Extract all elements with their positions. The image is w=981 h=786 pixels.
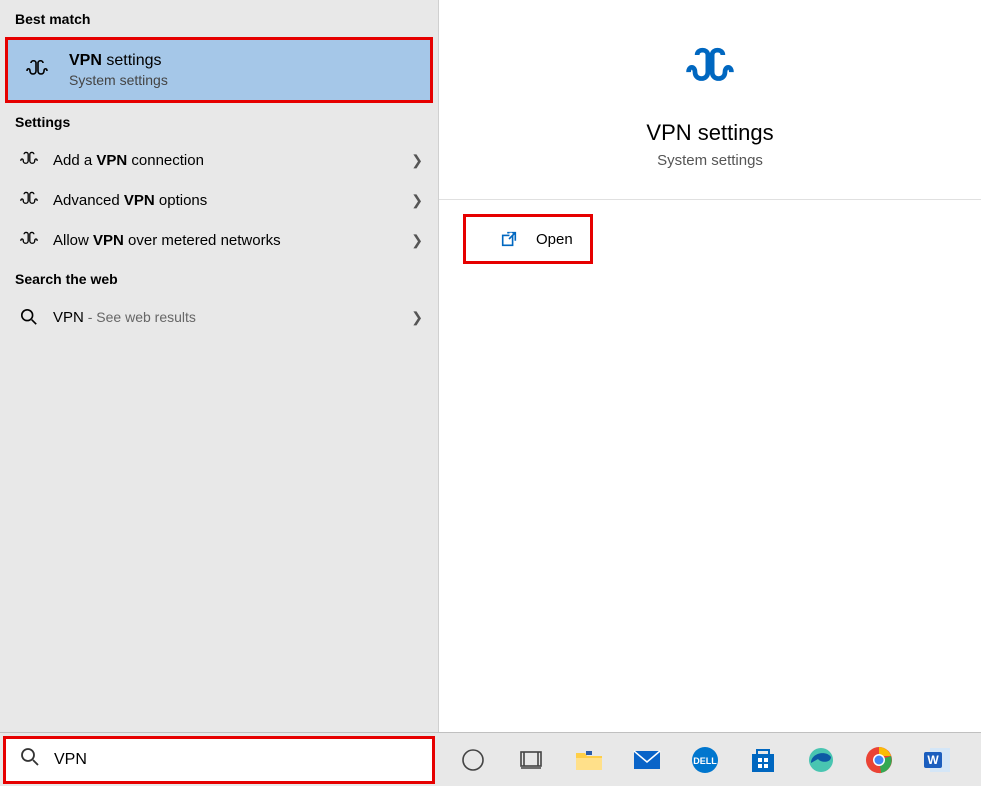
cortana-icon[interactable] bbox=[453, 740, 493, 780]
settings-header: Settings bbox=[0, 103, 438, 140]
word-icon[interactable]: W bbox=[917, 740, 957, 780]
settings-item-add-vpn-connection[interactable]: Add a VPN connection ❯ bbox=[0, 140, 438, 180]
svg-text:W: W bbox=[927, 753, 939, 767]
taskbar-search-box[interactable] bbox=[3, 736, 435, 784]
settings-item-label: Advanced VPN options bbox=[53, 192, 411, 209]
store-icon[interactable] bbox=[743, 740, 783, 780]
edge-icon[interactable] bbox=[801, 740, 841, 780]
settings-item-label: Add a VPN connection bbox=[53, 152, 411, 169]
settings-item-allow-vpn-metered[interactable]: Allow VPN over metered networks ❯ bbox=[0, 220, 438, 260]
search-input[interactable] bbox=[54, 751, 418, 769]
search-icon bbox=[20, 747, 40, 772]
preview-subtitle: System settings bbox=[459, 152, 961, 169]
taskbar-pinned-icons: DELL W bbox=[453, 740, 957, 780]
taskbar: DELL W bbox=[0, 732, 981, 786]
chevron-right-icon: ❯ bbox=[411, 232, 423, 249]
svg-text:DELL: DELL bbox=[693, 756, 717, 766]
settings-item-label: Allow VPN over metered networks bbox=[53, 232, 411, 249]
web-result-label: VPN - See web results bbox=[53, 309, 411, 326]
windows-search-panel: Best match VPN settings System settings … bbox=[0, 0, 981, 732]
task-view-icon[interactable] bbox=[511, 740, 551, 780]
preview-header: VPN settings System settings bbox=[439, 0, 981, 200]
vpn-icon bbox=[15, 190, 43, 210]
web-result-vpn[interactable]: VPN - See web results ❯ bbox=[0, 297, 438, 337]
chevron-right-icon: ❯ bbox=[411, 309, 423, 326]
vpn-icon bbox=[23, 56, 51, 84]
open-icon bbox=[500, 229, 518, 249]
dell-icon[interactable]: DELL bbox=[685, 740, 725, 780]
search-icon bbox=[15, 307, 43, 327]
mail-icon[interactable] bbox=[627, 740, 667, 780]
preview-column: VPN settings System settings Open bbox=[438, 0, 981, 732]
action-label: Open bbox=[536, 231, 573, 248]
search-results-column: Best match VPN settings System settings … bbox=[0, 0, 438, 732]
chevron-right-icon: ❯ bbox=[411, 192, 423, 209]
chevron-right-icon: ❯ bbox=[411, 152, 423, 169]
file-explorer-icon[interactable] bbox=[569, 740, 609, 780]
vpn-icon bbox=[15, 230, 43, 250]
search-web-header: Search the web bbox=[0, 260, 438, 297]
vpn-icon-large bbox=[680, 40, 740, 100]
preview-title: VPN settings bbox=[459, 120, 961, 146]
vpn-icon bbox=[15, 150, 43, 170]
action-open[interactable]: Open bbox=[463, 214, 593, 264]
best-match-text: VPN settings System settings bbox=[69, 52, 168, 88]
best-match-result-vpn-settings[interactable]: VPN settings System settings bbox=[5, 37, 433, 103]
chrome-icon[interactable] bbox=[859, 740, 899, 780]
best-match-header: Best match bbox=[0, 0, 438, 37]
settings-item-advanced-vpn-options[interactable]: Advanced VPN options ❯ bbox=[0, 180, 438, 220]
